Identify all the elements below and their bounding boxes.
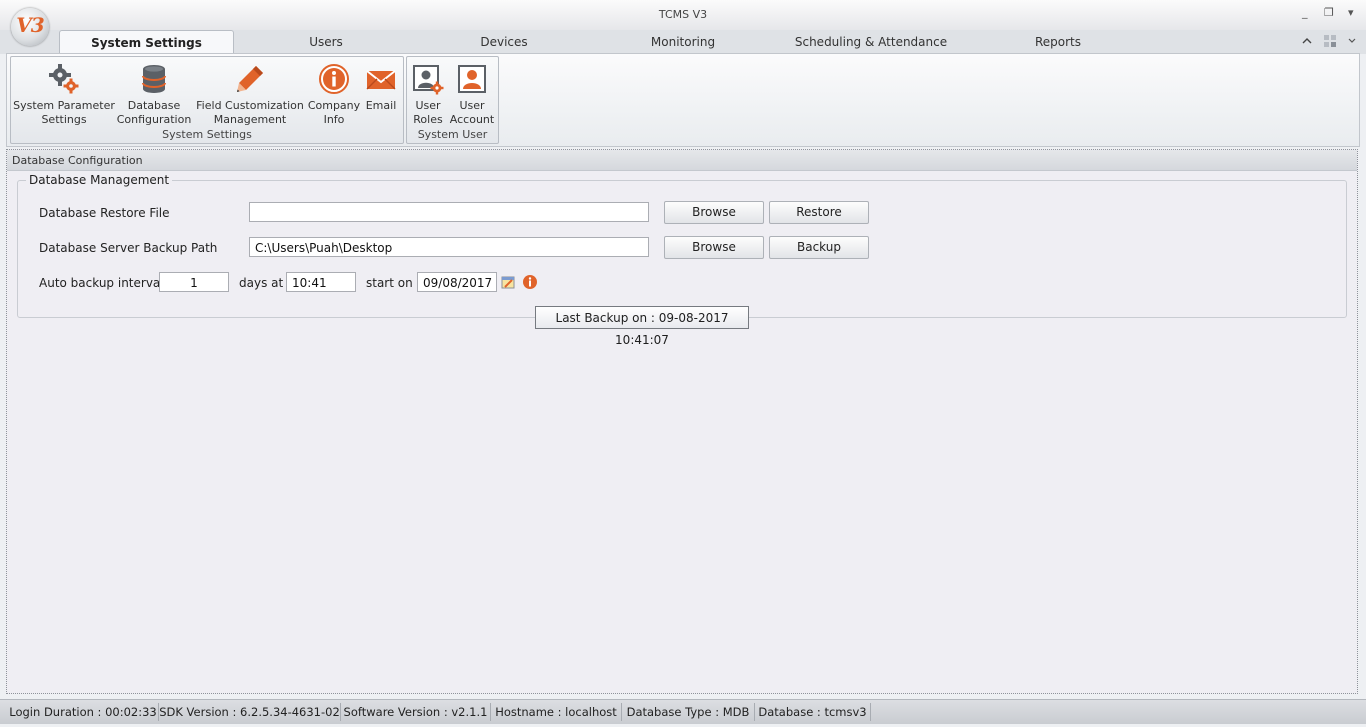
backup-path-label: Database Server Backup Path <box>39 241 218 255</box>
system-parameter-settings-label-2: Settings <box>41 113 87 126</box>
tab-reports[interactable]: Reports <box>1020 30 1096 52</box>
company-info-label-1: Company <box>307 99 361 112</box>
restore-file-input[interactable] <box>249 202 649 222</box>
layout-icon[interactable] <box>1323 34 1337 48</box>
user-roles-label-2: Roles <box>413 113 443 126</box>
database-configuration-panel: Database Configuration Database Manageme… <box>6 149 1358 694</box>
envelope-icon <box>366 70 396 90</box>
restore-browse-button[interactable]: Browse <box>664 201 764 224</box>
field-customization-management-button[interactable]: Field Customization Management <box>195 61 305 127</box>
minimize-ribbon-icon[interactable] <box>1301 35 1313 47</box>
ribbon-tabstrip: System Settings Users Devices Monitoring… <box>0 30 1366 54</box>
status-sdk-version: SDK Version : 6.2.5.34-4631-02 <box>159 703 341 721</box>
status-database-type: Database Type : MDB <box>622 703 755 721</box>
tab-scheduling-attendance[interactable]: Scheduling & Attendance <box>790 30 952 52</box>
restore-button[interactable]: ❐ <box>1324 6 1334 19</box>
groupbox-title: Database Management <box>26 173 173 187</box>
panel-header: Database Configuration <box>7 150 1357 171</box>
user-roles-button[interactable]: User Roles <box>409 61 447 127</box>
database-icon <box>142 65 166 93</box>
email-label: Email <box>365 99 397 112</box>
user-account-button[interactable]: User Account <box>449 61 495 127</box>
user-roles-icon <box>413 65 444 95</box>
status-database: Database : tcmsv3 <box>755 703 871 721</box>
backup-browse-button[interactable]: Browse <box>664 236 764 259</box>
user-roles-label-1: User <box>415 99 441 112</box>
user-account-icon <box>458 65 486 93</box>
database-configuration-button[interactable]: Database Configuration <box>116 61 192 127</box>
field-customization-label-2: Management <box>213 113 287 126</box>
backup-start-date-input[interactable]: 09/08/2017 <box>417 272 497 292</box>
backup-path-input[interactable]: C:\Users\Puah\Desktop <box>249 237 649 257</box>
ribbon-group-system-settings: System Parameter Settings Database Confi… <box>10 56 404 144</box>
info-icon[interactable] <box>522 274 538 290</box>
status-login-duration: Login Duration : 00:02:33 <box>8 703 159 721</box>
calendar-icon[interactable] <box>501 275 515 289</box>
backup-time-input[interactable]: 10:41 <box>286 272 356 292</box>
backup-interval-input[interactable]: 1 <box>159 272 229 292</box>
restore-file-label: Database Restore File <box>39 206 170 220</box>
auto-backup-label: Auto backup interval <box>39 276 164 290</box>
window-title: TCMS V3 <box>658 8 708 21</box>
group-label-system-user: System User <box>417 128 488 141</box>
panel-title: Database Configuration <box>12 154 143 167</box>
ribbon-body: System Parameter Settings Database Confi… <box>6 53 1360 147</box>
user-account-label-2: Account <box>449 113 495 126</box>
company-info-label-2: Info <box>323 113 345 126</box>
tab-users[interactable]: Users <box>286 30 366 52</box>
status-bar: Login Duration : 00:02:33 SDK Version : … <box>0 699 1366 724</box>
title-bar: TCMS V3 _ ❐ ▾ <box>0 0 1366 30</box>
status-software-version: Software Version : v2.1.1 <box>341 703 491 721</box>
system-parameter-settings-label-1: System Parameter <box>13 99 115 112</box>
company-info-button[interactable]: Company Info <box>307 61 361 127</box>
field-customization-label-1: Field Customization <box>196 99 304 112</box>
info-icon <box>319 64 349 94</box>
start-on-label: start on <box>366 276 413 290</box>
chevron-down-icon[interactable] <box>1347 35 1357 45</box>
restore-button[interactable]: Restore <box>769 201 869 224</box>
system-parameter-settings-button[interactable]: System Parameter Settings <box>13 61 115 127</box>
database-configuration-label-2: Configuration <box>116 113 192 126</box>
user-account-label-1: User <box>459 99 485 112</box>
tab-system-settings[interactable]: System Settings <box>59 30 234 54</box>
status-hostname: Hostname : localhost <box>491 703 622 721</box>
email-button[interactable]: Email <box>361 61 401 113</box>
ribbon-group-system-user: User Roles User Account System User <box>406 56 499 144</box>
gears-icon <box>49 64 79 94</box>
backup-button[interactable]: Backup <box>769 236 869 259</box>
minimize-button[interactable]: _ <box>1302 6 1308 19</box>
tab-devices[interactable]: Devices <box>459 30 549 52</box>
logo-text: V3 <box>16 13 44 37</box>
tab-monitoring[interactable]: Monitoring <box>628 30 738 52</box>
group-label-system-settings: System Settings <box>162 128 252 141</box>
close-button[interactable]: ▾ <box>1348 6 1354 19</box>
last-backup-tooltip: Last Backup on : 09-08-2017 10:41:07 <box>535 306 749 347</box>
database-configuration-label-1: Database <box>127 99 181 112</box>
days-at-label: days at <box>239 276 284 290</box>
pencil-icon <box>237 66 263 92</box>
app-logo[interactable]: V3 <box>11 8 49 46</box>
